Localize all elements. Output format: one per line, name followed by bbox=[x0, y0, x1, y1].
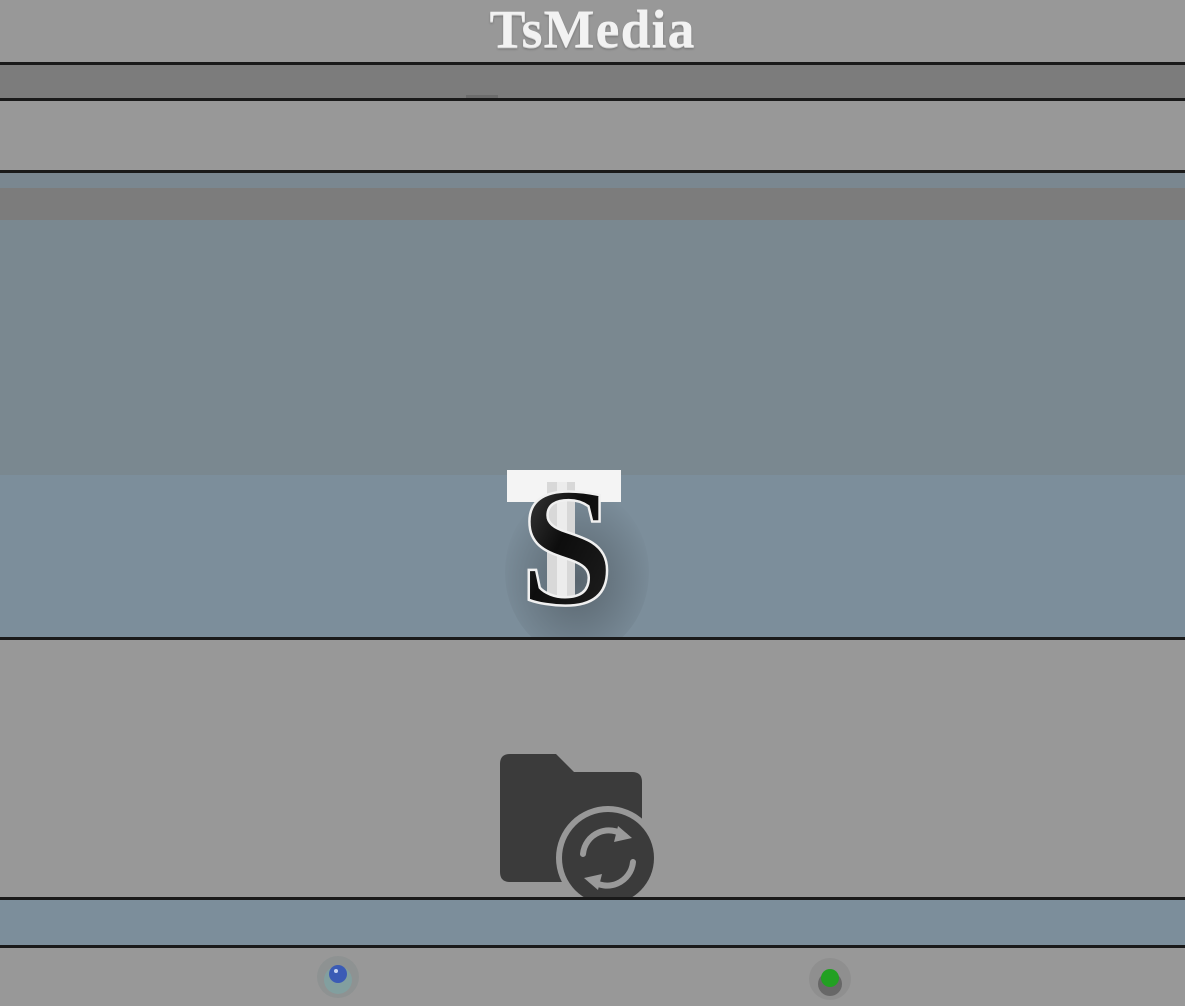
accent-strip bbox=[0, 173, 1185, 188]
header-bar: TsMedia bbox=[0, 0, 1185, 62]
folder-sync-icon[interactable] bbox=[490, 750, 660, 910]
ts-logo-icon: S bbox=[505, 452, 655, 656]
sub-toolbar-strip bbox=[0, 188, 1185, 220]
green-dot-icon[interactable] bbox=[807, 956, 853, 1002]
blue-dot-icon[interactable] bbox=[315, 954, 361, 1000]
app-title: TsMedia bbox=[489, 0, 696, 59]
svg-text:S: S bbox=[520, 462, 615, 641]
bottom-bar bbox=[0, 948, 1185, 1000]
empty-panel bbox=[0, 101, 1185, 170]
banner-upper bbox=[0, 220, 1185, 475]
toolbar-strip bbox=[0, 65, 1185, 98]
status-strip bbox=[0, 900, 1185, 945]
